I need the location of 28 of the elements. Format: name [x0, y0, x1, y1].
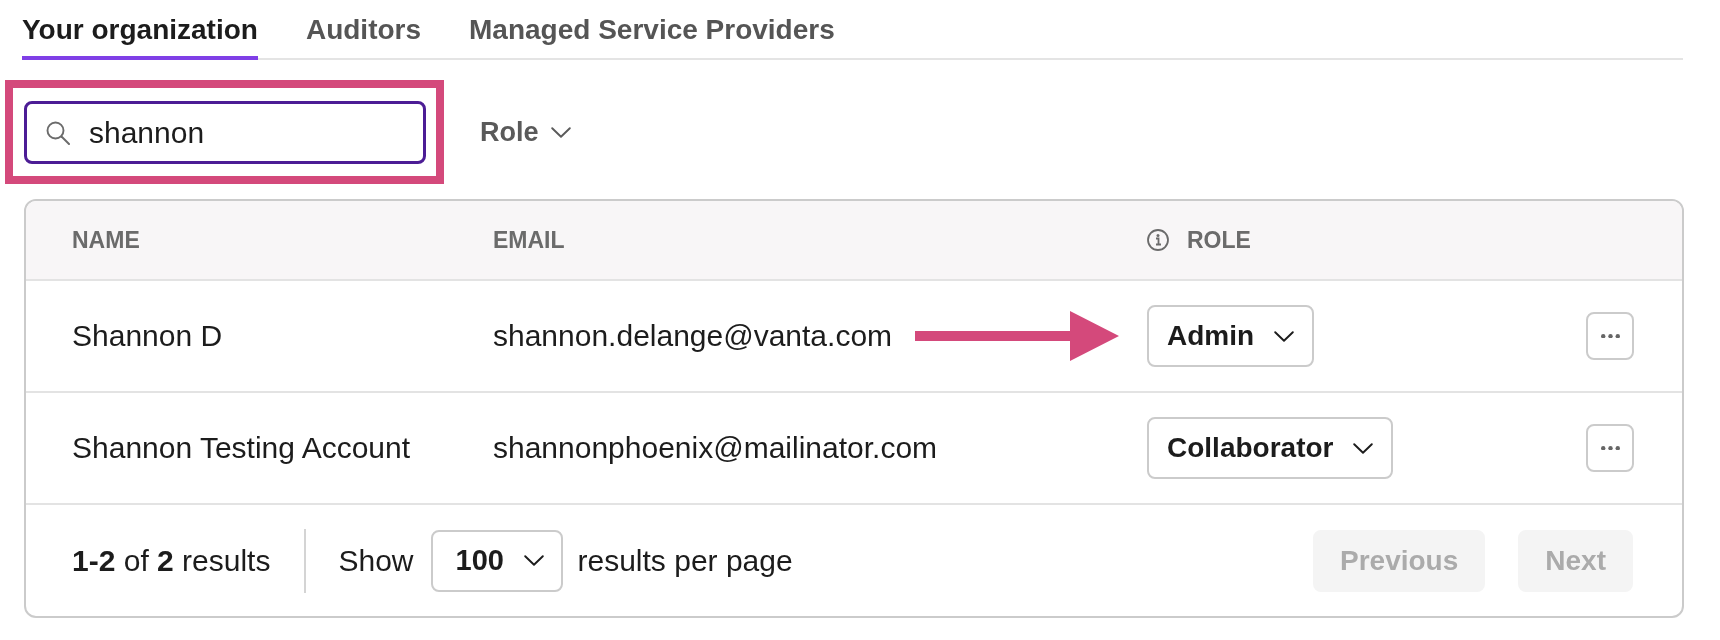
page-size-select[interactable]: 100: [430, 529, 563, 592]
role-dropdown[interactable]: Admin: [1147, 305, 1315, 367]
role-dropdown[interactable]: Collaborator: [1147, 417, 1394, 479]
chevron-down-icon: [523, 555, 544, 566]
chevron-down-icon: [1274, 330, 1295, 342]
chevron-down-icon: [550, 126, 571, 138]
info-icon[interactable]: [1147, 229, 1169, 251]
name-cell-text: Shannon D: [72, 319, 224, 353]
email-cell-text: shannon.delange@vanta.com: [493, 319, 894, 353]
email-cell-text: shannonphoenix@mailinator.com: [493, 431, 939, 465]
name-cell-text: Shannon Testing Account: [72, 431, 412, 465]
ellipsis-icon: [1600, 333, 1620, 339]
tab[interactable]: Your organization: [22, 0, 258, 60]
tab[interactable]: Managed Service Providers: [469, 0, 835, 60]
show-label: Show: [338, 543, 414, 578]
row-actions-button[interactable]: [1586, 312, 1634, 360]
per-page-label: results per page: [577, 543, 793, 578]
column-header: EMAIL: [493, 226, 565, 254]
ellipsis-icon: [1600, 445, 1620, 451]
row-actions-button[interactable]: [1586, 424, 1634, 472]
search-field[interactable]: shannon: [24, 101, 426, 164]
column-header: ROLE: [1187, 226, 1251, 254]
search-icon: [46, 120, 70, 145]
tab[interactable]: Auditors: [305, 0, 422, 60]
column-header: NAME: [72, 226, 140, 254]
role-filter-button[interactable]: Role: [480, 116, 571, 148]
results-summary: 1-2 of 2 results: [72, 543, 271, 578]
chevron-down-icon: [1353, 442, 1374, 454]
